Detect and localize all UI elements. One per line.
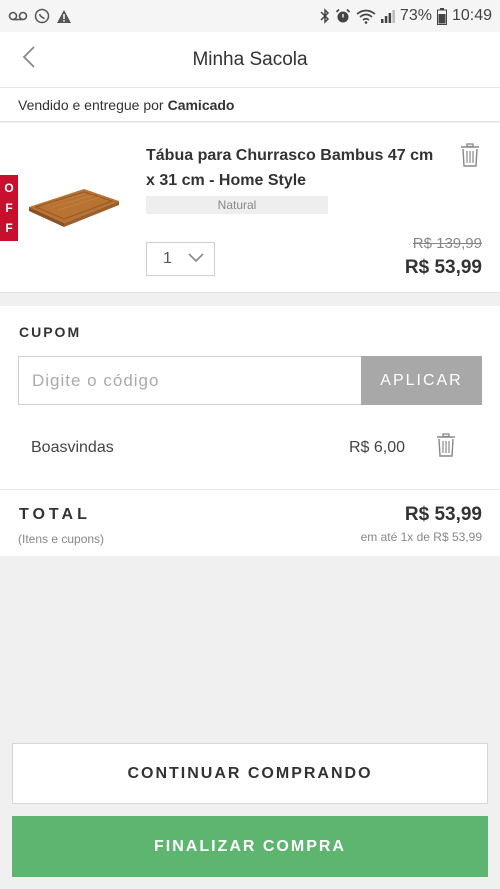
total-label: TOTAL [19, 506, 91, 523]
total-value: R$ 53,99 [404, 504, 482, 525]
page-title: Minha Sacola [192, 48, 308, 70]
continue-shopping-button[interactable]: CONTINUAR COMPRANDO [12, 743, 488, 804]
off-badge-letter: F [5, 201, 13, 215]
coupon-section: CUPOM APLICAR Boasvindas R$ 6,00 [0, 306, 500, 490]
signal-icon [380, 9, 395, 23]
whatsapp-icon [34, 8, 50, 24]
seller-prefix: Vendido e entregue por [18, 96, 164, 113]
clock: 10:49 [451, 7, 492, 24]
product-name[interactable]: Tábua para Churrasco Bambus 47 cm x 31 c… [146, 143, 446, 193]
coupon-code-input[interactable] [18, 356, 362, 405]
warning-icon [56, 9, 72, 24]
voicemail-icon [8, 9, 28, 23]
quantity-select[interactable]: 1 [146, 242, 215, 276]
trash-icon [436, 432, 456, 462]
app-header: Minha Sacola [0, 32, 500, 88]
total-sublabel: (Itens e cupons) [18, 532, 105, 546]
trash-icon [460, 142, 480, 172]
alarm-icon [335, 8, 351, 24]
back-button[interactable] [14, 44, 44, 74]
seller-name: Camicado [167, 96, 235, 113]
seller-info: Vendido e entregue por Camicado [0, 88, 500, 122]
battery-icon [436, 7, 447, 25]
remove-item-button[interactable] [456, 142, 484, 172]
product-variant: Natural [146, 196, 328, 214]
chevron-down-icon [188, 250, 204, 268]
remove-coupon-button[interactable] [432, 432, 460, 462]
coupon-label: CUPOM [19, 324, 82, 340]
quantity-value: 1 [163, 250, 172, 267]
installments-text: em até 1x de R$ 53,99 [360, 530, 482, 544]
battery-percent: 73% [399, 7, 432, 24]
product-image[interactable] [26, 183, 122, 231]
original-price: R$ 139,99 [412, 235, 482, 252]
status-bar-left [8, 8, 72, 24]
status-bar-right: 73% 10:49 [320, 7, 492, 25]
wifi-icon [356, 9, 376, 24]
apply-coupon-button[interactable]: APLICAR [361, 356, 482, 405]
status-bar: 73% 10:49 [0, 0, 500, 32]
applied-coupon-code: Boasvindas [31, 439, 114, 456]
order-total: TOTAL (Itens e cupons) R$ 53,99 em até 1… [0, 490, 500, 556]
cart-item: O F F Tábua para Churrasco Bambus 47 cm … [0, 123, 500, 293]
off-badge-letter: F [5, 221, 13, 235]
chevron-left-icon [22, 45, 36, 74]
applied-coupon-value: R$ 6,00 [349, 439, 406, 456]
item-price: R$ 53,99 [404, 257, 482, 278]
bluetooth-icon [320, 8, 330, 24]
off-badge-letter: O [4, 181, 14, 195]
checkout-button[interactable]: FINALIZAR COMPRA [12, 816, 488, 877]
off-badge: O F F [0, 175, 18, 241]
